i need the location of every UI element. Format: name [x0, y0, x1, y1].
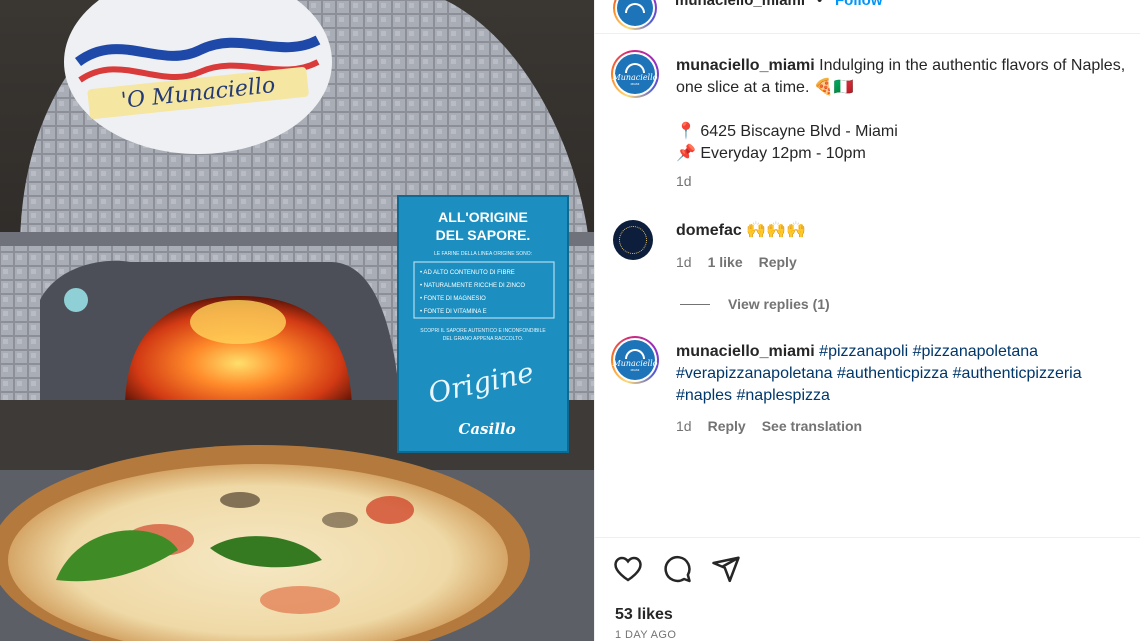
pin-icon: 📍 [676, 123, 696, 140]
svg-text:SCOPRI IL SAPORE AUTENTICO E I: SCOPRI IL SAPORE AUTENTICO E INCONFONDIB… [420, 328, 546, 334]
comment-icon[interactable] [662, 554, 692, 584]
header-username[interactable]: munaciello_miami [675, 0, 805, 9]
reply-button[interactable]: Reply [759, 254, 797, 270]
hashtag-link[interactable]: #pizzanapoletana [913, 343, 1038, 360]
avatar-logo-sub: MIAMI [630, 81, 640, 86]
post-actions: 53 likes 1 DAY AGO [595, 537, 1140, 641]
caption-address: 6425 Biscayne Blvd - Miami [700, 123, 898, 140]
svg-text:ALL'ORIGINE: ALL'ORIGINE [438, 209, 528, 225]
header-avatar[interactable] [613, 0, 657, 30]
likes-count[interactable]: 53 likes [615, 606, 673, 624]
hashtag-link[interactable]: #naplespizza [737, 387, 830, 404]
sign-bullet: • NATURALMENTE RICCHE DI ZINCO [420, 283, 525, 289]
post-date: 1 DAY AGO [615, 629, 677, 641]
caption-text-line1: Indulging in the authentic flavors of Na… [819, 57, 1126, 74]
view-replies-button[interactable]: View replies (1) [680, 296, 830, 312]
avatar-logo-text: Munaciello [612, 72, 658, 82]
comment-username[interactable]: domefac [676, 222, 742, 239]
hashtag-link[interactable]: #authenticpizza [837, 365, 948, 382]
sign-bullet: • AD ALTO CONTENUTO DI FIBRE [420, 270, 515, 276]
pushpin-icon: 📌 [676, 145, 696, 162]
caption-avatar[interactable]: Munaciello MIAMI [611, 50, 659, 98]
commenter-avatar[interactable]: Munaciello MIAMI [611, 336, 659, 384]
post-header: munaciello_miami • Follow [595, 0, 1140, 34]
sign-bullet: • FONTE DI VITAMINA E [420, 309, 487, 315]
share-icon[interactable] [711, 554, 741, 584]
comment-username[interactable]: munaciello_miami [676, 343, 815, 360]
commenter-avatar[interactable] [613, 220, 653, 260]
reply-button[interactable]: Reply [708, 418, 746, 434]
svg-text:Casillo: Casillo [458, 420, 515, 438]
svg-text:DEL GRANO APPENA RACCOLTO.: DEL GRANO APPENA RACCOLTO. [443, 336, 524, 342]
comment-time[interactable]: 1d [676, 254, 692, 270]
hashtag-link[interactable]: #verapizzanapoletana [676, 365, 833, 382]
caption-text-line2: one slice at a time. 🍕🇮🇹 [676, 79, 854, 96]
replies-divider [680, 303, 710, 305]
svg-text:LE FARINE DELLA LINEA ORIGINE: LE FARINE DELLA LINEA ORIGINE SONO: [434, 251, 532, 257]
avatar-logo-sub: MIAMI [630, 367, 640, 372]
svg-text:DEL SAPORE.: DEL SAPORE. [436, 227, 531, 243]
header-separator: • [817, 0, 823, 9]
post-side-panel: munaciello_miami • Follow Munaciello MIA… [594, 0, 1140, 641]
heart-icon[interactable] [613, 554, 643, 584]
comment-time[interactable]: 1d [676, 418, 692, 434]
hashtag-link[interactable]: #pizzanapoli [819, 343, 908, 360]
avatar-logo-text: Munaciello [612, 358, 658, 368]
caption-hours: Everyday 12pm - 10pm [700, 145, 866, 162]
hashtag-link[interactable]: #authenticpizzeria [953, 365, 1082, 382]
sign-bullet: • FONTE DI MAGNESIO [420, 296, 486, 302]
follow-button[interactable]: Follow [835, 0, 883, 9]
comment-text: 🙌🙌🙌 [746, 222, 807, 239]
see-translation-button[interactable]: See translation [762, 418, 862, 434]
comment-likes[interactable]: 1 like [708, 254, 743, 270]
caption-time[interactable]: 1d [676, 173, 692, 189]
view-replies-label: View replies (1) [728, 296, 830, 312]
caption-username[interactable]: munaciello_miami [676, 57, 815, 74]
hashtag-link[interactable]: #naples [676, 387, 732, 404]
post-photo: 'O Munaciello ALL'ORIGINE DEL SAPORE. LE… [0, 0, 594, 641]
